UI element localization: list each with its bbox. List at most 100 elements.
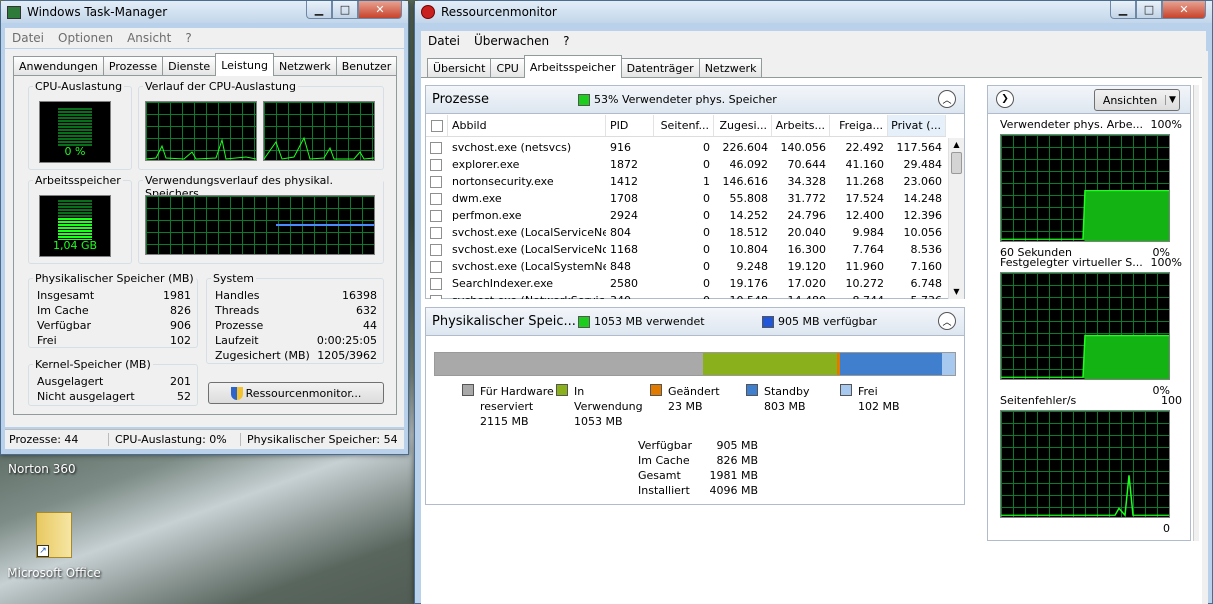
taskmanager-titlebar[interactable]: Windows Task-Manager ▁ □ ✕ bbox=[1, 1, 408, 23]
row-checkbox[interactable] bbox=[426, 209, 448, 222]
menu-optionen[interactable]: Optionen bbox=[51, 31, 120, 45]
available-summary: 905 MB verfügbar bbox=[778, 315, 877, 328]
col-pid[interactable]: PID bbox=[606, 115, 654, 136]
col-abbild[interactable]: Abbild bbox=[448, 115, 606, 136]
close-button[interactable]: ✕ bbox=[358, 1, 402, 19]
resourcemonitor-titlebar[interactable]: Ressourcenmonitor ▁ □ ✕ bbox=[415, 1, 1212, 23]
physical-memory-section: Physikalischer Speic... 1053 MB verwende… bbox=[425, 307, 965, 505]
col-privat[interactable]: Privat (... bbox=[888, 115, 946, 136]
bar-segment-in-use bbox=[703, 353, 838, 375]
minimize-button[interactable]: ▁ bbox=[306, 1, 332, 19]
legend-swatch bbox=[840, 384, 852, 396]
table-row[interactable]: perfmon.exe 2924 0 14.252 24.796 12.400 12.396 bbox=[426, 207, 946, 224]
available-swatch bbox=[762, 315, 774, 328]
tab-datentraeger[interactable]: Datenträger bbox=[620, 58, 700, 78]
collapse-processes-icon[interactable]: ︿ bbox=[938, 90, 956, 108]
tab-arbeitsspeicher[interactable]: Arbeitsspeicher bbox=[523, 55, 622, 78]
row-checkbox[interactable] bbox=[426, 294, 448, 299]
cpu-meter-bars bbox=[58, 108, 92, 146]
tab-anwendungen[interactable]: Anwendungen bbox=[13, 56, 104, 76]
views-dropdown[interactable]: Ansichten ▼ bbox=[1094, 89, 1180, 111]
table-cell: 24.796 bbox=[787, 209, 827, 222]
physical-memory-title: Physikalischer Speicher (MB) bbox=[33, 272, 196, 285]
stat-installed: Installiert 4096 MB bbox=[638, 484, 758, 497]
legend-value: 102 MB bbox=[858, 400, 900, 413]
processes-scrollbar[interactable]: ▲ ▼ bbox=[948, 138, 964, 299]
row-checkbox[interactable] bbox=[426, 192, 448, 205]
processes-header[interactable]: Prozesse 53% Verwendeter phys. Speicher … bbox=[426, 86, 964, 114]
row-checkbox[interactable] bbox=[426, 260, 448, 273]
table-cell: 5.736 bbox=[888, 294, 946, 299]
system-row-commit: Zugesichert (MB) 1205/3962 bbox=[215, 349, 377, 362]
row-checkbox[interactable] bbox=[426, 277, 448, 290]
resource-monitor-button[interactable]: Ressourcenmonitor... bbox=[208, 382, 384, 404]
memory-meter-fill bbox=[58, 218, 92, 240]
col-zugesichert[interactable]: Zugesi... bbox=[714, 115, 772, 136]
select-all-checkbox[interactable] bbox=[426, 115, 448, 136]
table-row[interactable]: dwm.exe 1708 0 55.808 31.772 17.524 14.248 bbox=[426, 190, 946, 207]
graphs-scrollbar[interactable] bbox=[1193, 85, 1199, 541]
table-row[interactable]: svchost.exe (NetworkService)340010.54814… bbox=[426, 292, 946, 299]
desktop-icon-norton[interactable]: Norton 360 bbox=[8, 462, 98, 476]
status-bar: Prozesse: 44 CPU-Auslastung: 0% Physikal… bbox=[5, 429, 404, 449]
minimize-button[interactable]: ▁ bbox=[1110, 1, 1136, 19]
tab-leistung[interactable]: Leistung bbox=[215, 53, 274, 76]
table-cell: 0 bbox=[703, 243, 710, 256]
scroll-down-arrow[interactable]: ▼ bbox=[949, 285, 964, 299]
col-freigabe[interactable]: Freiga... bbox=[830, 115, 888, 136]
row-checkbox[interactable] bbox=[426, 243, 448, 256]
performance-panel: CPU-Auslastung 0 % Verlauf der CPU-Ausla… bbox=[13, 75, 397, 415]
legend-label: Frei bbox=[858, 385, 878, 398]
tab-benutzer[interactable]: Benutzer bbox=[335, 56, 398, 76]
collapse-physical-memory-icon[interactable]: ︿ bbox=[938, 312, 956, 330]
table-cell: 0 bbox=[703, 141, 710, 154]
menu-datei[interactable]: Datei bbox=[421, 34, 467, 48]
stat-total: Gesamt 1981 MB bbox=[638, 469, 758, 482]
stat-cached: Im Cache 826 MB bbox=[638, 454, 758, 467]
menu-help[interactable]: ? bbox=[178, 31, 198, 45]
table-row[interactable]: svchost.exe (netsvcs) 916 0 226.604 140.056 2… bbox=[426, 139, 946, 156]
table-row[interactable]: svchost.exe (LocalServiceNo... 1168 0 10.80… bbox=[426, 241, 946, 258]
table-row[interactable]: svchost.exe (LocalServiceNet... 804 0 18.51… bbox=[426, 224, 946, 241]
table-cell: 18.512 bbox=[729, 226, 769, 239]
maximize-button[interactable]: □ bbox=[1136, 1, 1162, 19]
row-checkbox[interactable] bbox=[426, 158, 448, 171]
tab-netzwerk[interactable]: Netzwerk bbox=[272, 56, 337, 76]
row-checkbox[interactable] bbox=[426, 141, 448, 154]
desktop-icon-label: Microsoft Office bbox=[7, 566, 101, 580]
scroll-up-arrow[interactable]: ▲ bbox=[949, 138, 964, 152]
memory-stats: Verfügbar 905 MB Im Cache 826 MB Gesamt 198… bbox=[638, 438, 758, 498]
physical-memory-header[interactable]: Physikalischer Speic... 1053 MB verwende… bbox=[426, 308, 964, 336]
table-row[interactable]: explorer.exe 1872 0 46.092 70.644 41.160 29.48… bbox=[426, 156, 946, 173]
legend-item-in-use: In Verwendung 1053 MB bbox=[556, 384, 648, 429]
col-seitenfehler[interactable]: Seitenf... bbox=[654, 115, 714, 136]
table-cell: 10.056 bbox=[903, 226, 943, 239]
menu-help[interactable]: ? bbox=[556, 34, 576, 48]
expand-graphs-icon[interactable]: ❯ bbox=[996, 90, 1014, 108]
table-cell: 23.060 bbox=[903, 175, 943, 188]
table-row[interactable]: svchost.exe (LocalSystemNet... 848 0 9.248 1… bbox=[426, 258, 946, 275]
menu-datei[interactable]: Datei bbox=[5, 31, 51, 45]
table-row[interactable]: nortonsecurity.exe 1412 1 146.616 34.328 11.2… bbox=[426, 173, 946, 190]
menu-ueberwachen[interactable]: Überwachen bbox=[467, 34, 556, 48]
desktop-icon-office[interactable]: ↗ Microsoft Office bbox=[4, 512, 104, 580]
row-checkbox[interactable] bbox=[426, 175, 448, 188]
views-dropdown-label: Ansichten bbox=[1102, 93, 1158, 107]
tab-dienste[interactable]: Dienste bbox=[162, 56, 217, 76]
row-checkbox[interactable] bbox=[426, 226, 448, 239]
table-cell: 10.548 bbox=[714, 294, 772, 299]
menu-ansicht[interactable]: Ansicht bbox=[120, 31, 178, 45]
side-graph-1: Verwendeter phys. Arbe... 100% 60 Sekunden… bbox=[1000, 118, 1182, 259]
tab-prozesse[interactable]: Prozesse bbox=[102, 56, 164, 76]
legend-value: 23 MB bbox=[668, 400, 703, 413]
table-row[interactable]: SearchIndexer.exe 2580 0 19.176 17.020 10.272… bbox=[426, 275, 946, 292]
scroll-thumb[interactable] bbox=[951, 152, 962, 174]
tab-netzwerk[interactable]: Netzwerk bbox=[698, 58, 763, 78]
table-cell: 55.808 bbox=[729, 192, 769, 205]
col-arbeitssatz[interactable]: Arbeits... bbox=[772, 115, 830, 136]
maximize-button[interactable]: □ bbox=[332, 1, 358, 19]
close-button[interactable]: ✕ bbox=[1162, 1, 1206, 19]
memory-value: 1,04 GB bbox=[52, 239, 98, 252]
tab-cpu[interactable]: CPU bbox=[490, 58, 525, 78]
tab-uebersicht[interactable]: Übersicht bbox=[427, 58, 492, 78]
